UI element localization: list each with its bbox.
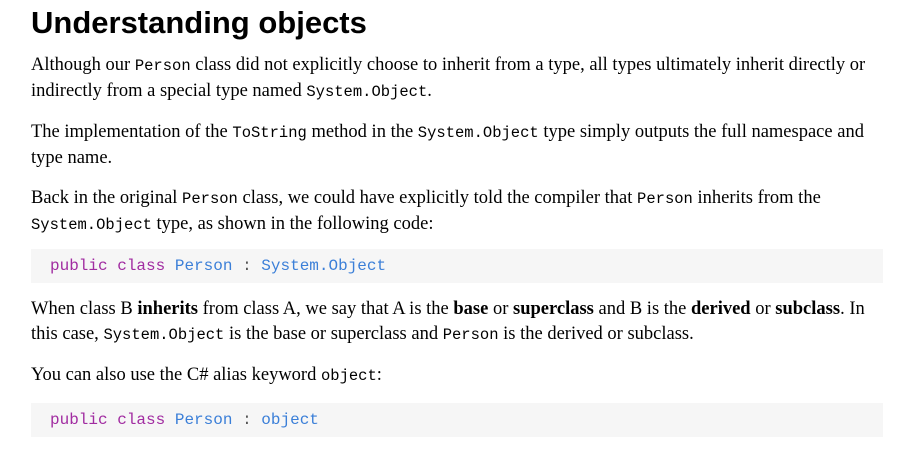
text: method in the	[306, 122, 418, 142]
section-heading: Understanding objects	[31, 5, 367, 40]
text: inherits from the	[692, 188, 821, 208]
code-block-object-alias: public class Person : object	[31, 403, 883, 437]
paragraph-intro: Although our Person class did not explic…	[31, 53, 883, 105]
inline-code: ToString	[232, 124, 307, 142]
text: The implementation of the	[31, 122, 233, 142]
bold-term: superclass	[513, 299, 594, 319]
text: Back in the original	[31, 188, 183, 208]
bold-term: subclass	[775, 299, 841, 319]
inline-code: Person	[182, 190, 238, 208]
text: or	[750, 299, 776, 319]
text: and B is the	[593, 299, 691, 319]
paragraph-explicit-inherit: Back in the original Person class, we co…	[31, 186, 883, 238]
text: is the derived or subclass.	[498, 324, 694, 344]
code-keyword: class	[117, 411, 166, 429]
text: from class A, we say that A is the	[198, 299, 454, 319]
inline-code: Person	[134, 57, 191, 75]
inline-code: Person	[637, 190, 693, 208]
text: :	[376, 365, 382, 385]
code-type: Person	[174, 411, 233, 429]
text: You can also use the C# alias keyword	[31, 365, 321, 385]
inline-code: Person	[442, 326, 499, 344]
code-block-system-object: public class Person : System.Object	[31, 249, 883, 283]
text: .	[427, 81, 432, 101]
bold-term: derived	[691, 299, 751, 319]
inline-code: System.Object	[417, 124, 539, 142]
inline-code: System.Object	[31, 216, 152, 234]
paragraph-alias: You can also use the C# alias keyword ob…	[31, 363, 883, 389]
code-punctuation: :	[242, 257, 252, 275]
text: class, we could have explicitly told the…	[237, 188, 638, 208]
text: Although our	[31, 55, 135, 75]
code-type: System.Object	[261, 257, 387, 275]
code-keyword: class	[117, 257, 166, 275]
bold-term: base	[453, 299, 489, 319]
code-type: object	[261, 411, 319, 429]
code-type: Person	[174, 257, 233, 275]
text: When class B	[31, 299, 138, 319]
text: is the base or superclass and	[224, 324, 443, 344]
bold-term: inherits	[137, 299, 198, 319]
text: or	[488, 299, 513, 319]
document-page: Understanding objects Although our Perso…	[31, 0, 883, 437]
inline-code: System.Object	[103, 326, 225, 344]
text: type, as shown in the following code:	[151, 214, 434, 234]
paragraph-tostring: The implementation of the ToString metho…	[31, 120, 883, 171]
inline-code: System.Object	[306, 83, 428, 101]
code-keyword: public	[50, 257, 108, 275]
code-keyword: public	[50, 411, 108, 429]
paragraph-base-derived: When class B inherits from class A, we s…	[31, 297, 883, 348]
inline-code: object	[320, 367, 377, 385]
code-punctuation: :	[242, 411, 252, 429]
